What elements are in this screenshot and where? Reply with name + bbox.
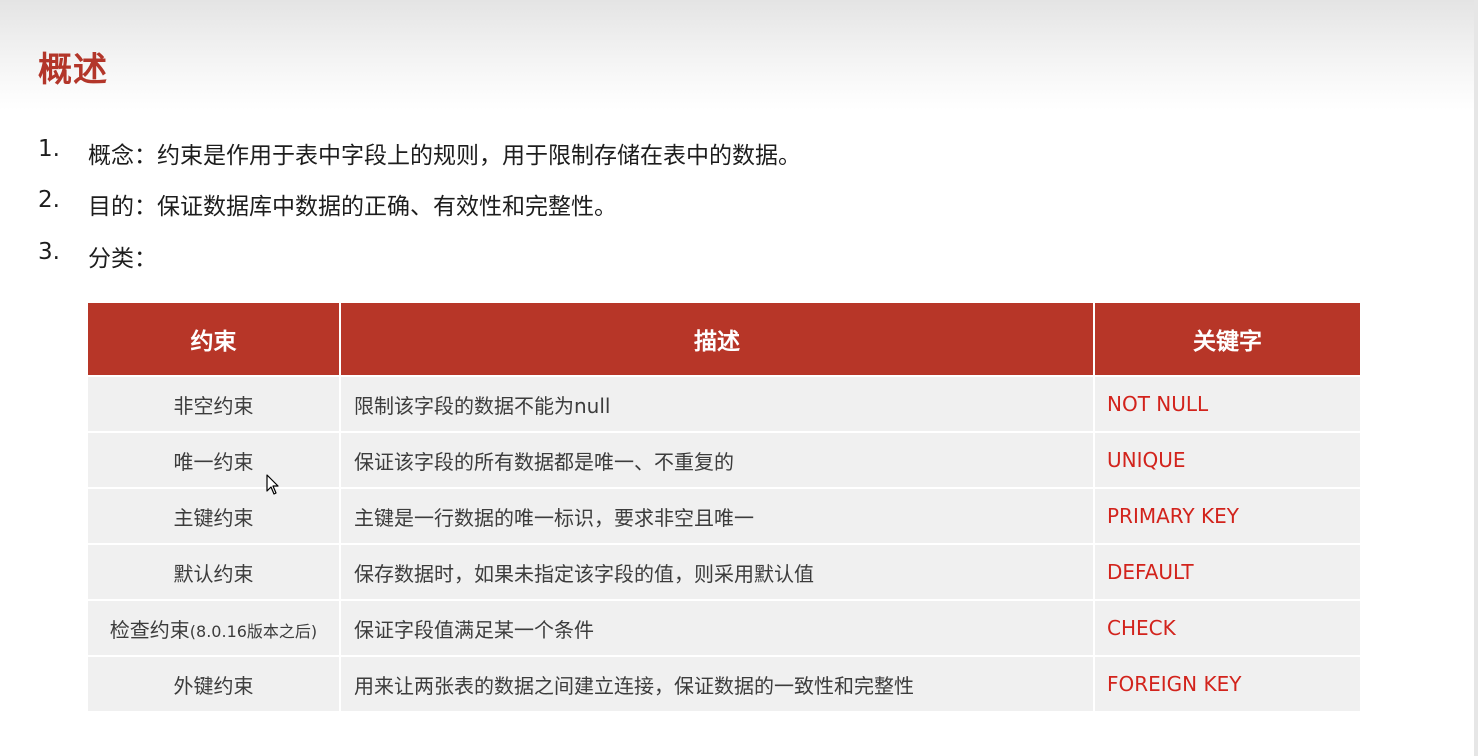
version-note: (8.0.16版本之后) (189, 621, 318, 641)
constraint-name: 外键约束 (88, 657, 339, 711)
constraint-description: 保证字段值满足某一个条件 (341, 601, 1093, 655)
list-number: 1. (38, 136, 60, 162)
constraint-name: 主键约束 (88, 489, 339, 543)
constraint-keyword: PRIMARY KEY (1095, 489, 1360, 543)
constraint-name: 唯一约束 (88, 433, 339, 487)
table-row: 外键约束 用来让两张表的数据之间建立连接，保证数据的一致性和完整性 FOREIG… (88, 657, 1360, 711)
constraint-description: 限制该字段的数据不能为null (341, 377, 1093, 431)
mouse-pointer-icon (266, 474, 279, 495)
constraint-keyword: CHECK (1095, 601, 1360, 655)
header-keyword: 关键字 (1095, 303, 1360, 375)
header-band (0, 0, 1478, 110)
list-text: 目的：保证数据库中数据的正确、有效性和完整性。 (88, 194, 617, 220)
table-header-row: 约束 描述 关键字 (88, 303, 1360, 375)
page-title: 概述 (38, 50, 108, 90)
constraint-keyword: DEFAULT (1095, 545, 1360, 599)
constraint-description: 用来让两张表的数据之间建立连接，保证数据的一致性和完整性 (341, 657, 1093, 711)
constraint-keyword: NOT NULL (1095, 377, 1360, 431)
list-number: 2. (38, 187, 60, 213)
constraint-keyword: UNIQUE (1095, 433, 1360, 487)
constraint-description: 保存数据时，如果未指定该字段的值，则采用默认值 (341, 545, 1093, 599)
right-edge (1474, 0, 1478, 756)
constraint-name: 默认约束 (88, 545, 339, 599)
constraint-keyword: FOREIGN KEY (1095, 657, 1360, 711)
list-number: 3. (38, 239, 60, 265)
table-row: 默认约束 保存数据时，如果未指定该字段的值，则采用默认值 DEFAULT (88, 545, 1360, 599)
table-row: 主键约束 主键是一行数据的唯一标识，要求非空且唯一 PRIMARY KEY (88, 489, 1360, 543)
constraint-name: 检查约束(8.0.16版本之后) (88, 601, 339, 655)
table-row: 非空约束 限制该字段的数据不能为null NOT NULL (88, 377, 1360, 431)
header-description: 描述 (341, 303, 1093, 375)
constraint-description: 保证该字段的所有数据都是唯一、不重复的 (341, 433, 1093, 487)
table-row: 检查约束(8.0.16版本之后) 保证字段值满足某一个条件 CHECK (88, 601, 1360, 655)
constraint-description: 主键是一行数据的唯一标识，要求非空且唯一 (341, 489, 1093, 543)
constraint-name: 非空约束 (88, 377, 339, 431)
header-constraint: 约束 (88, 303, 339, 375)
list-text: 分类： (88, 246, 157, 272)
list-text: 概念：约束是作用于表中字段上的规则，用于限制存储在表中的数据。 (88, 143, 801, 169)
constraints-table: 约束 描述 关键字 非空约束 限制该字段的数据不能为null NOT NULL … (86, 301, 1362, 713)
